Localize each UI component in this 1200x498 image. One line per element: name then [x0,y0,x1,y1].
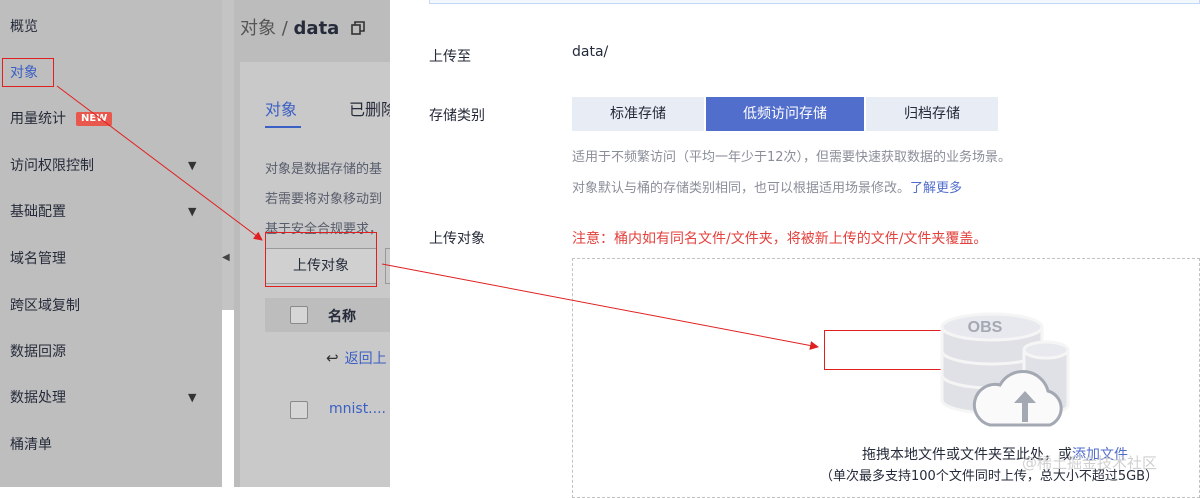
arrow-objects-to-upload [56,85,263,241]
annotation-arrows [56,85,819,350]
arrow-upload-to-dropzone [381,263,819,350]
